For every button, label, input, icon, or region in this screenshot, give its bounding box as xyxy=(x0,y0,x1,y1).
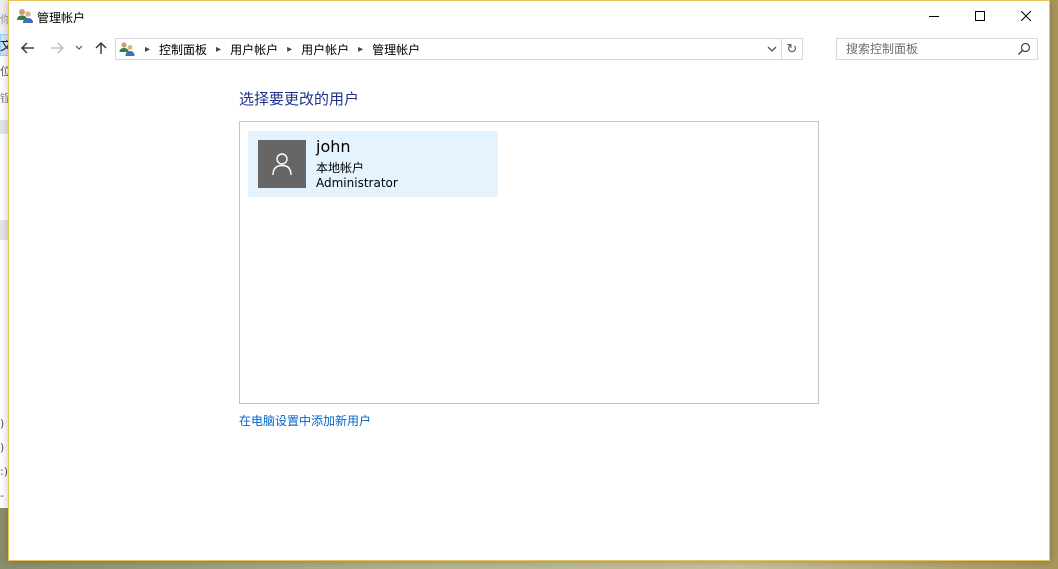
user-tile-john[interactable]: john 本地帐户 Administrator xyxy=(248,131,498,197)
address-history-button[interactable] xyxy=(763,39,781,59)
window-title: 管理帐户 xyxy=(37,11,86,25)
chevron-down-icon xyxy=(75,45,83,50)
maximize-icon xyxy=(975,11,985,21)
breadcrumb-user-accounts[interactable]: 用户帐户 xyxy=(230,41,278,58)
breadcrumb-separator-icon[interactable]: ▸ xyxy=(145,44,150,55)
breadcrumb-separator-icon[interactable]: ▸ xyxy=(216,44,221,55)
page-heading: 选择要更改的用户 xyxy=(239,90,360,108)
user-list: john 本地帐户 Administrator xyxy=(239,121,819,404)
avatar xyxy=(258,140,306,188)
up-button[interactable] xyxy=(91,38,111,58)
close-icon xyxy=(1021,11,1031,21)
breadcrumb-control-panel[interactable]: 控制面板 xyxy=(159,41,207,58)
refresh-icon: ↻ xyxy=(786,41,798,57)
main-content: 选择要更改的用户 john 本地帐户 Administrator 在电脑设置中添… xyxy=(9,65,1049,560)
forward-button[interactable] xyxy=(47,38,67,58)
breadcrumb-separator-icon[interactable]: ▸ xyxy=(287,44,292,55)
maximize-button[interactable] xyxy=(957,1,1003,31)
search-box[interactable] xyxy=(836,38,1038,60)
user-name: john xyxy=(316,137,351,156)
refresh-button[interactable]: ↻ xyxy=(781,39,802,59)
navigation-bar: ▸ 控制面板 ▸ 用户帐户 ▸ 用户帐户 ▸ 管理帐户 ↻ xyxy=(9,31,1049,65)
back-arrow-icon xyxy=(21,42,34,54)
back-button[interactable] xyxy=(18,38,38,58)
recent-locations-button[interactable] xyxy=(71,38,87,58)
add-new-user-link[interactable]: 在电脑设置中添加新用户 xyxy=(239,412,371,429)
search-icon[interactable] xyxy=(1017,42,1031,56)
up-arrow-icon xyxy=(95,42,107,54)
minimize-icon xyxy=(929,16,939,17)
close-button[interactable] xyxy=(1003,1,1049,31)
user-account-type: 本地帐户 xyxy=(316,161,365,175)
control-panel-icon xyxy=(119,42,135,56)
chevron-down-icon xyxy=(767,46,777,52)
address-bar[interactable]: ▸ 控制面板 ▸ 用户帐户 ▸ 用户帐户 ▸ 管理帐户 ↻ xyxy=(115,38,803,60)
title-bar[interactable]: 管理帐户 xyxy=(9,1,1049,31)
minimize-button[interactable] xyxy=(911,1,957,31)
breadcrumb-manage-accounts[interactable]: 管理帐户 xyxy=(372,41,420,58)
forward-arrow-icon xyxy=(51,42,64,54)
breadcrumb-separator-icon[interactable]: ▸ xyxy=(358,44,363,55)
user-silhouette-icon xyxy=(272,153,292,176)
user-accounts-icon xyxy=(17,9,33,23)
breadcrumb-user-accounts-sub[interactable]: 用户帐户 xyxy=(301,41,349,58)
manage-accounts-window: 管理帐户 ▸ 控制面板 ▸ 用户帐户 ▸ 用户帐户 ▸ 管理帐户 ↻ 搜索控制面… xyxy=(8,0,1050,561)
search-input[interactable] xyxy=(837,39,1024,59)
user-role: Administrator xyxy=(316,176,398,190)
